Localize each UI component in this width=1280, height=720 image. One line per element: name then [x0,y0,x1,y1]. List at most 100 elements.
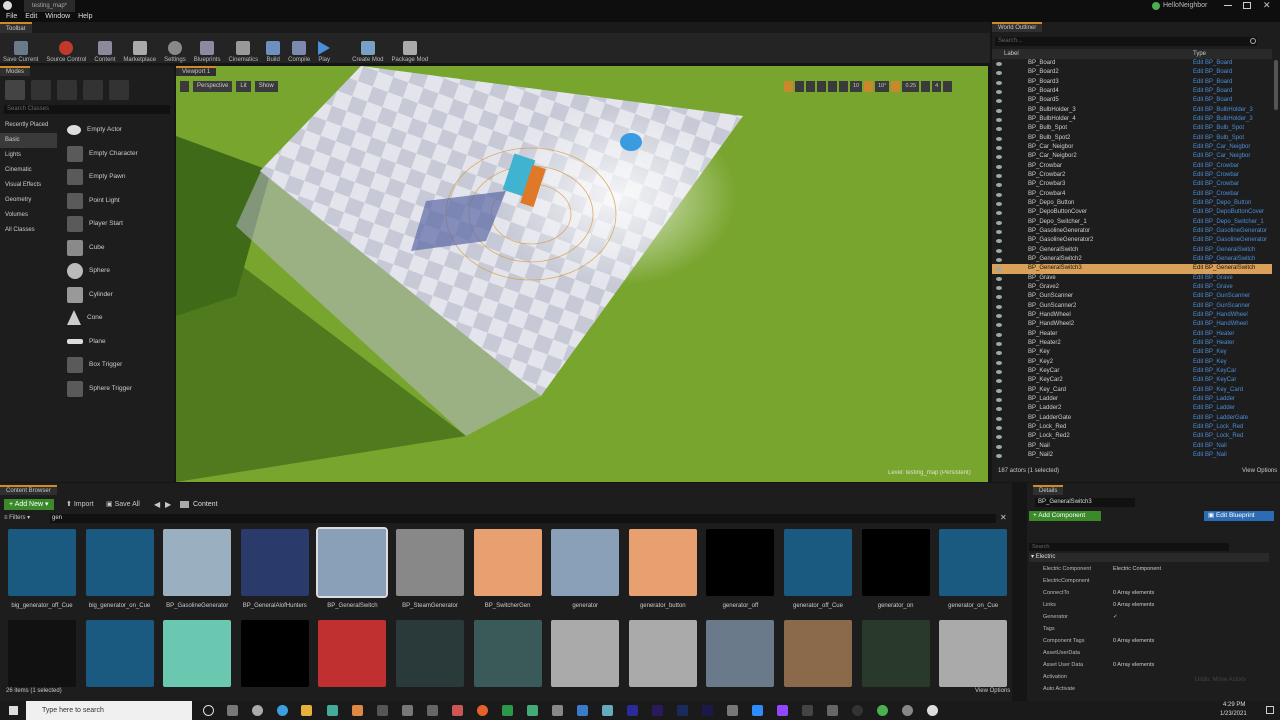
outliner-row[interactable]: BP_BulbHolder_4 Edit BP_BulbHolder_3 [992,115,1272,124]
document-tab[interactable]: testing_map* [24,0,76,12]
outliner-row[interactable]: BP_BulbHolder_3 Edit BP_BulbHolder_3 [992,106,1272,115]
visibility-eye-icon[interactable] [996,351,1002,356]
tab-content-browser[interactable]: Content Browser [0,485,57,495]
chrome-icon[interactable] [877,705,888,716]
visibility-eye-icon[interactable] [996,416,1002,421]
visibility-eye-icon[interactable] [996,276,1002,281]
filters-button[interactable]: ≡ Filters ▾ [4,514,30,523]
outliner-row[interactable]: BP_Nail2 Edit BP_Nail [992,451,1272,460]
outliner-row[interactable]: BP_Board2 Edit BP_Board [992,68,1272,77]
tab-details[interactable]: Details [1033,485,1064,495]
place-item-player-start[interactable]: Player Start [63,212,169,235]
column-label[interactable]: Label [1004,49,1019,59]
cb-view-options-button[interactable]: View Options [975,688,1010,694]
outliner-row[interactable]: BP_Heater Edit BP_Heater [992,330,1272,339]
outliner-row[interactable]: BP_Crowbar4 Edit BP_Crowbar [992,190,1272,199]
app-icon-8[interactable] [527,705,538,716]
edit-blueprint-link[interactable]: Edit BP_KeyCar [1193,367,1236,376]
edit-blueprint-link[interactable]: Edit BP_Heater [1193,330,1234,339]
category-volumes[interactable]: Volumes [0,208,57,223]
asset-thumbnail[interactable] [551,529,620,596]
edit-blueprint-link[interactable]: Edit BP_Lock_Red [1193,423,1243,432]
view-options-button[interactable]: View Options [1242,468,1277,474]
minimize-button[interactable] [1224,5,1232,6]
edge-icon[interactable] [277,705,288,716]
asset-thumbnail[interactable] [861,529,930,596]
edit-blueprint-link[interactable]: Edit BP_Car_Neigbor [1193,143,1250,152]
place-item-empty-pawn[interactable]: Empty Pawn [63,165,169,188]
outliner-row[interactable]: BP_Grave Edit BP_Grave [992,274,1272,283]
outliner-row[interactable]: BP_Grave2 Edit BP_Grave [992,283,1272,292]
surface-snap-icon[interactable] [828,81,837,92]
outliner-row[interactable]: BP_DepoButtonCover Edit BP_DepoButtonCove… [992,208,1272,217]
edit-blueprint-link[interactable]: Edit BP_Bulb_Spot [1193,124,1244,133]
edit-blueprint-link[interactable]: Edit BP_Nail [1193,442,1227,451]
place-item-sphere-trigger[interactable]: Sphere Trigger [63,377,169,400]
asset-thumbnail[interactable] [396,529,464,596]
visibility-eye-icon[interactable] [996,99,1002,104]
app-icon-9[interactable] [552,705,563,716]
visibility-eye-icon[interactable] [996,71,1002,76]
edit-blueprint-link[interactable]: Edit BP_Depo_Switcher_1 [1193,218,1264,227]
outliner-row[interactable]: BP_GasolineGenerator Edit BP_GasolineGene… [992,227,1272,236]
outliner-row[interactable]: BP_Key2 Edit BP_Key [992,358,1272,367]
asset-thumbnail[interactable] [706,529,775,596]
visibility-eye-icon[interactable] [996,313,1002,318]
category-cinematic[interactable]: Cinematic [0,163,57,178]
edit-blueprint-link[interactable]: Edit BP_GunScanner [1193,302,1250,311]
edit-blueprint-link[interactable]: Edit BP_GeneralSwitch [1193,255,1255,264]
outliner-row[interactable]: BP_Lock_Red Edit BP_Lock_Red [992,423,1272,432]
cinematics-button[interactable]: Cinematics [225,33,261,63]
visibility-eye-icon[interactable] [996,117,1002,122]
asset-thumbnail[interactable] [163,620,232,687]
camera-speed-value[interactable]: 4 [932,81,942,92]
asset-thumbnail[interactable] [939,620,1008,687]
package-mod-button[interactable]: Package Mod [389,33,432,63]
visibility-eye-icon[interactable] [996,444,1002,449]
zoom-icon[interactable] [752,705,763,716]
outliner-row[interactable]: BP_Lock_Red2 Edit BP_Lock_Red [992,432,1272,441]
section-electric[interactable]: ▾ Electric [1029,553,1269,562]
menu-help[interactable]: Help [78,12,92,22]
outliner-row[interactable]: BP_LadderGate Edit BP_LadderGate [992,414,1272,423]
app-icon-10[interactable] [577,705,588,716]
menu-window[interactable]: Window [45,12,70,22]
compile-button[interactable]: Compile [285,33,313,63]
category-visual-effects[interactable]: Visual Effects [0,178,57,193]
scale-snap-value[interactable]: 0.25 [902,81,920,92]
category-lights[interactable]: Lights [0,148,57,163]
build-button[interactable]: Build [263,33,283,63]
place-item-point-light[interactable]: Point Light [63,189,169,212]
edit-blueprint-link[interactable]: Edit BP_BulbHolder_3 [1193,115,1253,124]
paint-mode-icon[interactable] [31,80,51,100]
edit-blueprint-link[interactable]: Edit BP_DepoButtonCover [1193,208,1264,217]
premiere-icon[interactable] [652,705,663,716]
outliner-row[interactable]: BP_Crowbar3 Edit BP_Crowbar [992,180,1272,189]
after-effects-icon[interactable] [702,705,713,716]
tab-world-outliner[interactable]: World Outliner [992,22,1043,32]
edit-blueprint-link[interactable]: Edit BP_Board [1193,87,1232,96]
outliner-row[interactable]: BP_Ladder2 Edit BP_Ladder [992,404,1272,413]
outliner-row[interactable]: BP_Ladder Edit BP_Ladder [992,395,1272,404]
edit-blueprint-link[interactable]: Edit BP_GasolineGenerator [1193,227,1267,236]
outliner-row[interactable]: BP_Nail Edit BP_Nail [992,442,1272,451]
outliner-row[interactable]: BP_Crowbar Edit BP_Crowbar [992,162,1272,171]
visibility-eye-icon[interactable] [996,332,1002,337]
visibility-eye-icon[interactable] [996,164,1002,169]
visibility-eye-icon[interactable] [996,397,1002,402]
asset-thumbnail[interactable] [939,529,1008,596]
app-icon-16[interactable] [902,705,913,716]
property-value[interactable]: Electric Component [1113,563,1161,575]
edit-blueprint-link[interactable]: Edit BP_Crowbar [1193,190,1239,199]
foliage-mode-icon[interactable] [83,80,103,100]
app-icon-3[interactable] [377,705,388,716]
camera-speed-icon[interactable] [921,81,931,92]
outliner-scrollbar[interactable] [1274,60,1278,110]
edit-blueprint-link[interactable]: Edit BP_Board [1193,96,1232,105]
taskbar-search-input[interactable]: Type here to search [26,701,192,720]
asset-thumbnail[interactable] [316,527,389,598]
close-button[interactable]: ✕ [1263,0,1271,11]
asset-thumbnail[interactable] [85,620,154,687]
save-all-button[interactable]: ▣ Save All [106,499,140,510]
edit-blueprint-link[interactable]: Edit BP_Crowbar [1193,180,1239,189]
